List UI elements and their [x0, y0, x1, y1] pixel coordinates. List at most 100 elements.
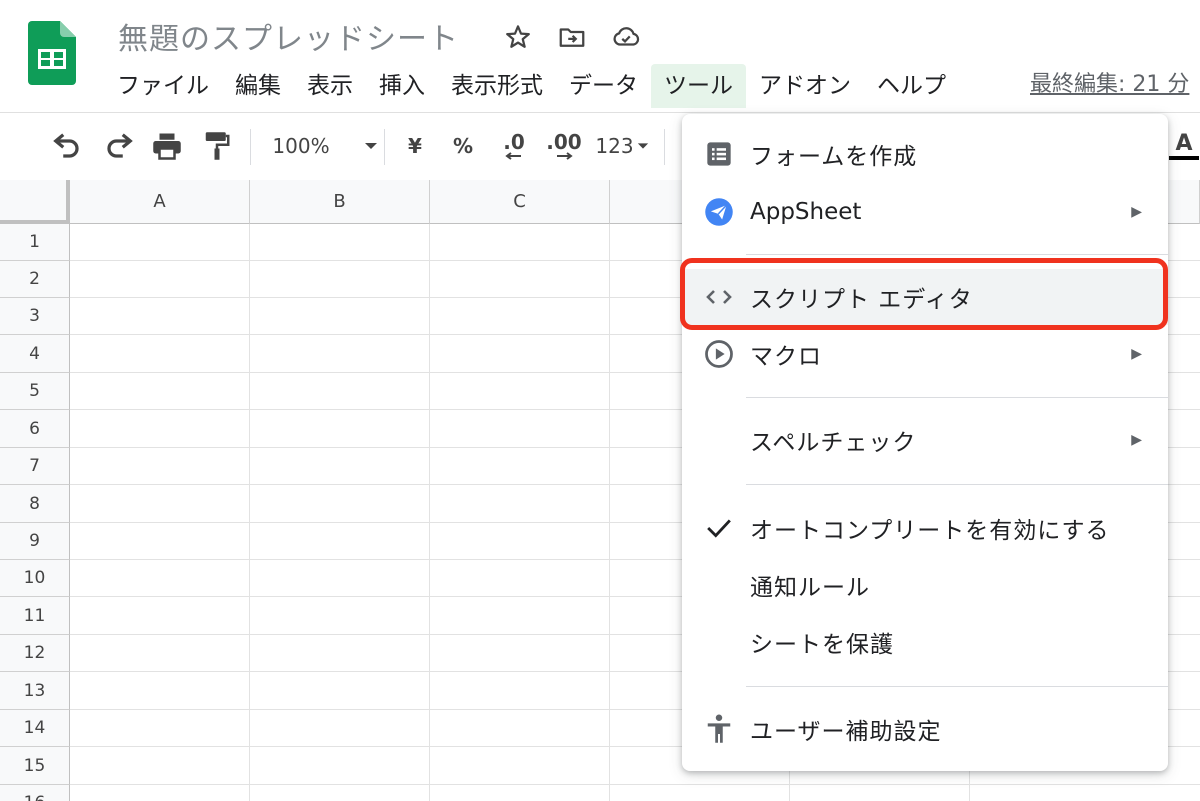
appsheet-label: AppSheet — [750, 199, 862, 225]
column-header[interactable]: B — [250, 180, 430, 224]
submenu-arrow-icon: ▶ — [1131, 432, 1142, 448]
play-circle-icon — [704, 339, 734, 369]
menu-format[interactable]: 表示形式 — [438, 64, 556, 108]
form-list-icon — [704, 139, 734, 169]
arrow-left-icon — [505, 152, 521, 160]
menu-view[interactable]: 表示 — [294, 64, 366, 108]
row-header[interactable]: 7 — [0, 448, 70, 485]
submenu-arrow-icon: ▶ — [1131, 204, 1142, 220]
row-header[interactable]: 8 — [0, 485, 70, 523]
row-header[interactable]: 6 — [0, 410, 70, 448]
row-header[interactable]: 16 — [0, 785, 70, 801]
menu-divider — [746, 484, 1168, 485]
row-header[interactable]: 1 — [0, 224, 70, 261]
redo-button[interactable] — [102, 129, 136, 163]
menu-item-appsheet[interactable]: AppSheet ▶ — [682, 184, 1168, 240]
text-color-swatch — [1169, 156, 1199, 160]
undo-button[interactable] — [50, 129, 84, 163]
star-icon[interactable] — [503, 22, 533, 52]
accessibility-icon — [704, 714, 734, 744]
menu-divider — [746, 397, 1168, 398]
format-currency-button[interactable]: ¥ — [398, 129, 432, 163]
paint-format-icon — [205, 132, 230, 160]
menu-item-accessibility[interactable]: ユーザー補助設定 — [682, 701, 1168, 757]
cloud-saved-icon[interactable] — [611, 22, 641, 52]
more-formats-button[interactable]: 123 — [592, 129, 652, 163]
menu-addons[interactable]: アドオン — [746, 64, 864, 108]
protect-sheet-label: シートを保護 — [750, 632, 894, 658]
menu-divider — [746, 254, 1168, 255]
menu-item-autocomplete[interactable]: オートコンプリートを有効にする — [682, 500, 1168, 556]
document-title[interactable]: 無題のスプレッドシート — [118, 14, 459, 58]
autocomplete-label: オートコンプリートを有効にする — [750, 518, 1110, 544]
format-percent-button[interactable]: % — [446, 129, 480, 163]
menu-insert[interactable]: 挿入 — [366, 64, 438, 108]
menu-divider — [746, 686, 1168, 687]
text-color-button[interactable]: A — [1168, 129, 1200, 163]
appsheet-icon — [704, 197, 734, 227]
zoom-select[interactable]: 100% — [270, 129, 380, 163]
grid-line — [249, 224, 250, 801]
row-header[interactable]: 2 — [0, 261, 70, 298]
column-header[interactable]: C — [430, 180, 610, 224]
code-brackets-icon — [704, 282, 734, 312]
chevron-down-icon — [637, 143, 648, 149]
row-header[interactable]: 3 — [0, 298, 70, 335]
menu-file[interactable]: ファイル — [104, 64, 222, 108]
increase-decimal-label: .00 — [546, 130, 582, 154]
menu-data[interactable]: データ — [556, 64, 651, 108]
menu-tools[interactable]: ツール — [651, 64, 746, 108]
grid-line — [70, 784, 1200, 785]
column-header[interactable]: A — [70, 180, 250, 224]
currency-label: ¥ — [408, 134, 422, 158]
redo-icon — [107, 133, 133, 158]
toolbar-divider — [384, 129, 385, 165]
create-form-label: フォームを作成 — [750, 144, 918, 170]
checkmark-icon — [704, 513, 734, 543]
row-header[interactable]: 9 — [0, 523, 70, 560]
sheets-logo-icon[interactable] — [28, 21, 76, 85]
notification-rules-label: 通知ルール — [750, 575, 870, 601]
decrease-decimal-button[interactable]: .0 — [494, 129, 534, 163]
select-all-corner[interactable] — [0, 180, 70, 224]
menu-item-spellcheck[interactable]: スペルチェック ▶ — [682, 412, 1168, 468]
app-header: 無題のスプレッドシート ファイル 編集 表示 挿入 表示形式 データ ツール ア… — [0, 0, 1200, 112]
menu-item-script-editor[interactable]: スクリプト エディタ — [682, 269, 1168, 325]
toolbar-divider — [664, 129, 665, 165]
row-header[interactable]: 13 — [0, 672, 70, 710]
row-header[interactable]: 12 — [0, 635, 70, 672]
row-header[interactable]: 15 — [0, 747, 70, 785]
print-icon — [153, 133, 181, 160]
toolbar-divider — [250, 129, 251, 165]
tools-menu-dropdown: フォームを作成 AppSheet ▶ スクリプト エディタ マクロ ▶ スペルチ… — [682, 114, 1168, 771]
menu-item-create-form[interactable]: フォームを作成 — [682, 126, 1168, 182]
arrow-right-icon — [557, 152, 573, 160]
grid-line — [609, 224, 610, 801]
last-edit-link[interactable]: 最終編集: 21 分 — [1030, 66, 1189, 98]
move-to-folder-icon[interactable] — [557, 22, 587, 52]
percent-label: % — [452, 134, 474, 158]
row-header[interactable]: 11 — [0, 597, 70, 635]
script-editor-label: スクリプト エディタ — [750, 287, 973, 313]
row-header[interactable]: 10 — [0, 560, 70, 597]
spellcheck-label: スペルチェック — [750, 430, 917, 456]
undo-icon — [53, 133, 79, 158]
menu-item-protect-sheet[interactable]: シートを保護 — [682, 614, 1168, 670]
menu-item-notification-rules[interactable]: 通知ルール — [682, 557, 1168, 613]
menu-bar: ファイル 編集 表示 挿入 表示形式 データ ツール アドオン ヘルプ — [104, 64, 959, 108]
submenu-arrow-icon: ▶ — [1131, 346, 1142, 362]
menu-item-macros[interactable]: マクロ ▶ — [682, 326, 1168, 382]
more-formats-label: 123 — [595, 134, 634, 158]
row-header[interactable]: 14 — [0, 710, 70, 747]
chevron-down-icon — [364, 143, 377, 149]
text-color-label: A — [1175, 131, 1193, 156]
menu-help[interactable]: ヘルプ — [864, 64, 959, 108]
menu-edit[interactable]: 編集 — [222, 64, 294, 108]
accessibility-label: ユーザー補助設定 — [750, 719, 942, 745]
paint-format-button[interactable] — [200, 129, 234, 163]
row-header[interactable]: 5 — [0, 373, 70, 410]
increase-decimal-button[interactable]: .00 — [542, 129, 586, 163]
row-header[interactable]: 4 — [0, 335, 70, 373]
print-button[interactable] — [150, 129, 184, 163]
zoom-value: 100% — [272, 134, 330, 158]
